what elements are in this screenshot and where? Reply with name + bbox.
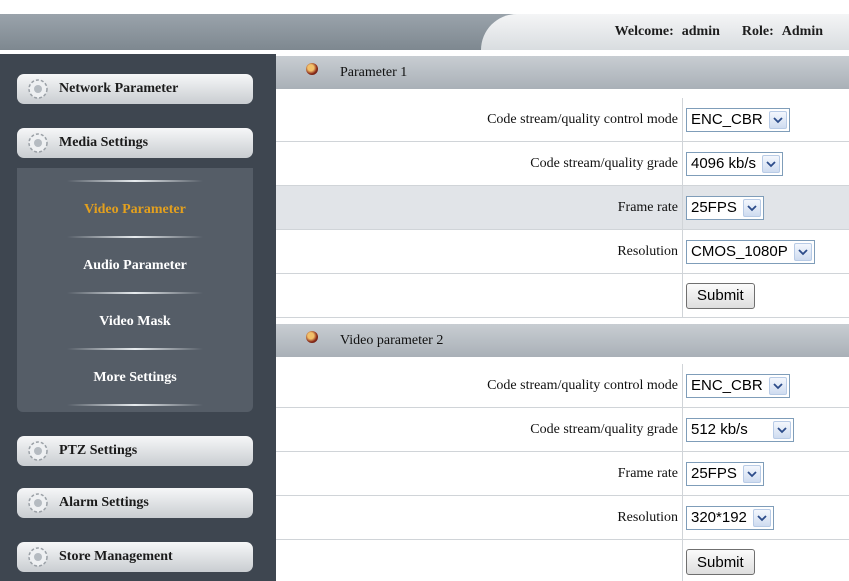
section-title: Parameter 1 — [340, 64, 408, 80]
field-label: Code stream/quality grade — [530, 421, 678, 437]
form-row: Code stream/quality grade 4096 kb/s — [276, 142, 849, 186]
select-value: 320*192 — [691, 509, 747, 526]
chevron-down-icon — [773, 420, 791, 439]
form-row: Frame rate 25FPS — [276, 452, 849, 496]
select-value: 4096 kb/s — [691, 155, 757, 172]
quality-grade-select[interactable]: 4096 kb/s — [686, 151, 784, 176]
role-label: Role: — [741, 24, 774, 39]
form-row: Code stream/quality control mode ENC_CBR — [276, 98, 849, 142]
user-info: Welcome: admin Role: Admin — [481, 14, 849, 50]
divider — [67, 348, 203, 350]
submenu-more-settings[interactable]: More Settings — [17, 370, 253, 386]
top-bar: Welcome: admin Role: Admin — [0, 0, 849, 54]
nav-media-settings[interactable]: Media Settings — [17, 128, 253, 158]
chevron-down-icon — [752, 508, 771, 527]
nav-label: Store Management — [59, 549, 173, 564]
select-value: 25FPS — [691, 199, 737, 216]
field-label: Code stream/quality grade — [530, 155, 678, 171]
nav-label: Alarm Settings — [59, 495, 149, 510]
select-value: 25FPS — [691, 465, 737, 482]
chevron-down-icon — [768, 376, 787, 395]
divider — [67, 292, 203, 294]
section-header-parameter-1: Parameter 1 — [276, 56, 849, 89]
submenu-video-mask[interactable]: Video Mask — [17, 314, 253, 330]
main-content: Parameter 1 Code stream/quality control … — [276, 54, 849, 581]
gear-icon — [27, 132, 49, 154]
select-value: ENC_CBR — [691, 377, 763, 394]
select-value: 512 kb/s — [691, 421, 748, 438]
role-value: Admin — [781, 24, 823, 39]
form-row: Frame rate 25FPS — [276, 186, 849, 230]
chevron-down-icon — [742, 198, 761, 217]
form-row: Code stream/quality grade 512 kb/s — [276, 408, 849, 452]
field-label: Resolution — [617, 243, 678, 259]
quality-grade-select[interactable]: 512 kb/s — [686, 417, 794, 442]
resolution-select[interactable]: CMOS_1080P — [686, 239, 815, 264]
field-label: Frame rate — [617, 199, 678, 215]
gear-icon — [27, 78, 49, 100]
nav-label: Network Parameter — [59, 81, 179, 96]
submenu-video-parameter[interactable]: Video Parameter — [17, 202, 253, 218]
section-title: Video parameter 2 — [340, 332, 444, 348]
chevron-down-icon — [742, 464, 761, 483]
sidebar: Network Parameter Media Settings Video P… — [0, 54, 276, 581]
section-header-video-parameter-2: Video parameter 2 — [276, 324, 849, 357]
nav-label: PTZ Settings — [59, 443, 138, 458]
gear-icon — [27, 492, 49, 514]
chevron-down-icon — [762, 154, 781, 173]
chevron-down-icon — [768, 110, 787, 129]
control-mode-select[interactable]: ENC_CBR — [686, 373, 790, 398]
bullet-icon — [306, 330, 318, 343]
nav-store-management[interactable]: Store Management — [17, 542, 253, 572]
frame-rate-select[interactable]: 25FPS — [686, 195, 764, 220]
frame-rate-select[interactable]: 25FPS — [686, 461, 764, 486]
nav-ptz-settings[interactable]: PTZ Settings — [17, 436, 253, 466]
form-row: Resolution CMOS_1080P — [276, 230, 849, 274]
welcome-label: Welcome: — [614, 24, 674, 39]
nav-label: Media Settings — [59, 135, 149, 150]
form-row-submit: Submit — [276, 540, 849, 581]
field-label: Code stream/quality control mode — [487, 377, 678, 393]
submenu-audio-parameter[interactable]: Audio Parameter — [17, 258, 253, 274]
divider — [67, 236, 203, 238]
form-row-submit: Submit — [276, 274, 849, 318]
username: admin — [681, 24, 720, 39]
divider — [67, 180, 203, 182]
field-label: Code stream/quality control mode — [487, 111, 678, 127]
select-value: ENC_CBR — [691, 111, 763, 128]
field-label: Frame rate — [617, 465, 678, 481]
form-row: Resolution 320*192 — [276, 496, 849, 540]
control-mode-select[interactable]: ENC_CBR — [686, 107, 790, 132]
media-submenu: Video Parameter Audio Parameter Video Ma… — [17, 168, 253, 412]
resolution-select[interactable]: 320*192 — [686, 505, 774, 530]
gear-icon — [27, 546, 49, 568]
bullet-icon — [306, 62, 318, 75]
submit-button[interactable]: Submit — [686, 549, 755, 575]
submit-button[interactable]: Submit — [686, 282, 755, 309]
form-row: Code stream/quality control mode ENC_CBR — [276, 364, 849, 408]
field-label: Resolution — [617, 509, 678, 525]
nav-network-parameter[interactable]: Network Parameter — [17, 74, 253, 104]
chevron-down-icon — [793, 242, 812, 261]
nav-alarm-settings[interactable]: Alarm Settings — [17, 488, 253, 518]
divider — [67, 404, 203, 406]
select-value: CMOS_1080P — [691, 243, 788, 260]
gear-icon — [27, 440, 49, 462]
